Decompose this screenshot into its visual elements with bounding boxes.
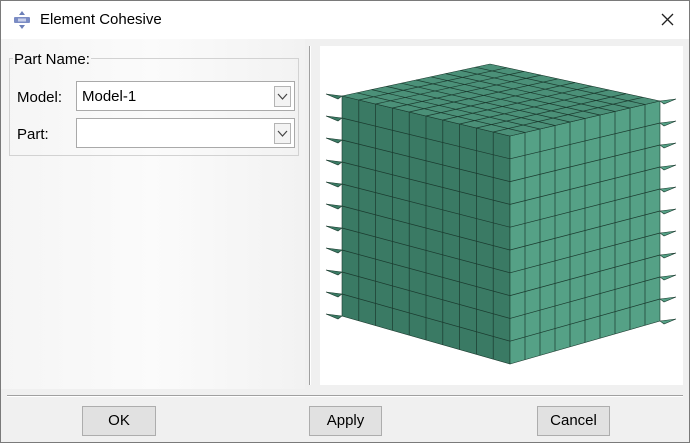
- cohesive-fin: [659, 208, 677, 215]
- cohesive-fin: [659, 142, 677, 149]
- cohesive-fin: [325, 159, 343, 166]
- dialog-title: Element Cohesive: [40, 11, 162, 28]
- element-cohesive-dialog: Element Cohesive Part Name: Model: Model…: [0, 0, 690, 443]
- cohesive-fin: [325, 313, 343, 320]
- chevron-down-icon[interactable]: [274, 123, 291, 144]
- cohesive-fin: [325, 115, 343, 122]
- cohesive-fin: [325, 291, 343, 298]
- model-label: Model:: [17, 89, 63, 106]
- cohesive-mesh-cube-preview: [325, 63, 677, 365]
- close-icon[interactable]: [653, 7, 683, 33]
- chevron-down-icon[interactable]: [274, 86, 291, 107]
- cohesive-fin: [659, 274, 677, 281]
- part-label: Part:: [17, 126, 49, 143]
- cohesive-fin: [659, 98, 677, 105]
- cohesive-fin: [659, 318, 677, 325]
- abaqus-plugin-icon: [14, 11, 30, 29]
- title-bar: Element Cohesive: [1, 1, 689, 39]
- cohesive-fin: [659, 252, 677, 259]
- cohesive-fin: [325, 137, 343, 144]
- ok-button[interactable]: OK: [82, 406, 156, 436]
- horizontal-divider: [7, 395, 683, 397]
- vertical-divider: [309, 46, 311, 385]
- cohesive-fin: [659, 230, 677, 237]
- cohesive-fin: [325, 93, 343, 100]
- part-name-legend: Part Name:: [13, 51, 91, 68]
- cohesive-fin: [659, 164, 677, 171]
- cohesive-fin: [325, 203, 343, 210]
- model-combobox-value: Model-1: [82, 88, 137, 105]
- cohesive-fin: [325, 269, 343, 276]
- cohesive-fin: [659, 120, 677, 127]
- apply-button[interactable]: Apply: [309, 406, 382, 436]
- preview-viewport: [320, 46, 683, 385]
- cohesive-fin: [325, 247, 343, 254]
- cohesive-fin: [659, 296, 677, 303]
- part-combobox[interactable]: [76, 118, 295, 148]
- cohesive-fin: [325, 181, 343, 188]
- parameters-panel: Part Name: Model: Model-1 Part:: [1, 39, 305, 389]
- cancel-button[interactable]: Cancel: [537, 406, 610, 436]
- cohesive-fin: [325, 225, 343, 232]
- cohesive-fin: [659, 186, 677, 193]
- model-combobox[interactable]: Model-1: [76, 81, 295, 111]
